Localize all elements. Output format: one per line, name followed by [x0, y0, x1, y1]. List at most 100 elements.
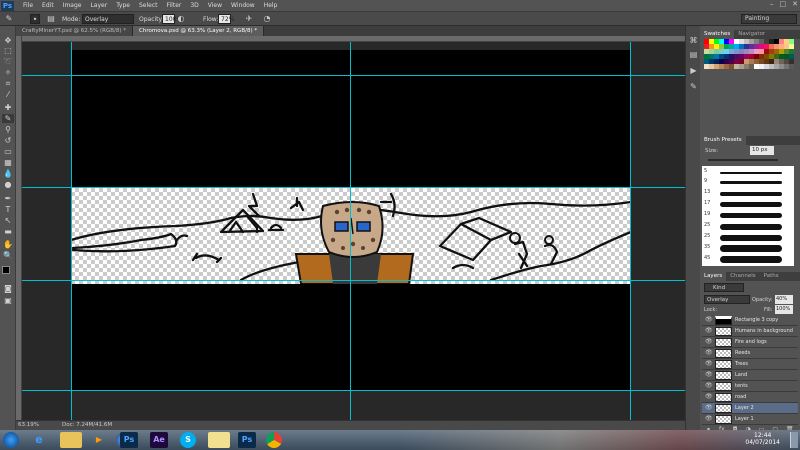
zoom-tool-icon[interactable]: 🔍	[2, 251, 14, 260]
folder-icon[interactable]	[60, 432, 82, 448]
layer-row[interactable]: 👁 Rectangle 3 copy	[702, 315, 798, 326]
visibility-eye-icon[interactable]: 👁	[705, 350, 713, 356]
layer-row[interactable]: 👁 Layer 1	[702, 414, 798, 425]
canvas-area[interactable]	[22, 42, 700, 420]
fill-field[interactable]: 100%	[775, 305, 793, 314]
brush-size-field[interactable]: 10 px	[750, 146, 774, 155]
swatch-grid[interactable]	[704, 39, 794, 97]
layer-row[interactable]: 👁 Fire and logs	[702, 337, 798, 348]
media-icon[interactable]: ▶	[88, 432, 110, 448]
visibility-eye-icon[interactable]: 👁	[705, 394, 713, 400]
hand-tool-icon[interactable]: ✋	[2, 240, 14, 249]
brush-tool-icon-active[interactable]: ✎	[2, 114, 14, 123]
guide-horizontal[interactable]	[22, 75, 700, 76]
lasso-tool-icon[interactable]: ➰	[2, 57, 14, 66]
tab-document-1[interactable]: CraftyMinerYT.psd @ 62.5% (RGB/8) *	[16, 26, 134, 36]
visibility-eye-icon[interactable]: 👁	[705, 317, 713, 323]
properties-panel-icon[interactable]: ▤	[688, 50, 699, 60]
visibility-eye-icon[interactable]: 👁	[705, 383, 713, 389]
brush-panel-toggle-icon[interactable]: ▤	[46, 14, 56, 24]
marquee-tool-icon[interactable]: ⬚	[2, 46, 14, 55]
clone-stamp-tool-icon[interactable]: ⚲	[2, 125, 14, 134]
menu-image[interactable]: Image	[63, 2, 82, 9]
tab-navigator[interactable]: Navigator	[734, 30, 769, 39]
aftereffects-icon[interactable]: Ae	[150, 432, 168, 448]
layer-row[interactable]: 👁 Humans in background	[702, 326, 798, 337]
flow-field[interactable]: 72%	[218, 14, 234, 24]
move-tool-icon[interactable]: ✥	[2, 36, 14, 45]
brush-preview[interactable]	[720, 192, 782, 196]
skype-icon[interactable]: S	[180, 432, 196, 448]
blur-tool-icon[interactable]: 💧	[2, 169, 14, 178]
crop-tool-icon[interactable]: ⌗	[2, 79, 14, 88]
guide-horizontal[interactable]	[22, 187, 700, 188]
quick-select-tool-icon[interactable]: ✧	[2, 68, 14, 77]
brush-preview[interactable]	[720, 235, 782, 241]
brush-preview[interactable]	[720, 202, 782, 207]
blend-mode-select[interactable]: Overlay	[704, 295, 750, 304]
foreground-color-swatch[interactable]	[2, 266, 10, 274]
system-clock[interactable]: 12:44 04/07/2014	[745, 432, 780, 446]
layer-row[interactable]: 👁 tents	[702, 381, 798, 392]
eyedropper-tool-icon[interactable]: ⁄	[2, 90, 14, 99]
photoshop-icon[interactable]: Ps	[120, 432, 138, 448]
artwork-banner[interactable]	[69, 188, 633, 285]
opacity-field[interactable]: 100%	[162, 14, 182, 24]
tab-document-2[interactable]: Chromova.psd @ 63.3% (Layer 2, RGB/8) *	[133, 26, 265, 36]
brush-preset-picker-icon[interactable]: •	[30, 14, 40, 24]
visibility-eye-icon[interactable]: 👁	[705, 328, 713, 334]
ie-icon[interactable]: e	[28, 432, 50, 448]
guide-horizontal[interactable]	[22, 390, 700, 391]
menu-view[interactable]: View	[208, 2, 222, 9]
menu-window[interactable]: Window	[231, 2, 255, 9]
brush-preview[interactable]	[720, 224, 782, 230]
menu-filter[interactable]: Filter	[167, 2, 182, 9]
history-brush-tool-icon[interactable]: ↺	[2, 136, 14, 145]
pressure-opacity-icon[interactable]: ◐	[176, 14, 186, 24]
zoom-level[interactable]: 63.19%	[18, 421, 39, 430]
brush-size-slider[interactable]	[708, 159, 778, 161]
gradient-tool-icon[interactable]: ▦	[2, 158, 14, 167]
menu-type[interactable]: Type	[116, 2, 130, 9]
chrome-icon[interactable]	[266, 432, 282, 448]
brush-tool-icon[interactable]: ✎	[4, 14, 14, 24]
layer-row[interactable]: 👁 Land	[702, 370, 798, 381]
eraser-tool-icon[interactable]: ▭	[2, 147, 14, 156]
guide-vertical[interactable]	[350, 42, 351, 420]
layer-row[interactable]: 👁 Trees	[702, 359, 798, 370]
layer-row[interactable]: 👁 Reeds	[702, 348, 798, 359]
shape-tool-icon[interactable]: ▬	[2, 227, 14, 236]
path-select-tool-icon[interactable]: ↖	[2, 216, 14, 225]
visibility-eye-icon[interactable]: 👁	[705, 416, 713, 422]
tab-channels[interactable]: Channels	[726, 272, 759, 281]
menu-edit[interactable]: Edit	[42, 2, 54, 9]
minimize-icon[interactable]: –	[770, 0, 774, 8]
photoshop-icon-2[interactable]: Ps	[238, 432, 256, 448]
menu-layer[interactable]: Layer	[90, 2, 107, 9]
brush-preview[interactable]	[720, 213, 782, 218]
type-tool-icon[interactable]: T	[2, 205, 14, 214]
visibility-eye-icon[interactable]: 👁	[705, 339, 713, 345]
document-canvas[interactable]	[69, 50, 633, 390]
mode-select[interactable]: Overlay	[82, 14, 134, 24]
brush-preview[interactable]	[720, 172, 782, 174]
brush-preview[interactable]	[720, 256, 782, 263]
guide-vertical[interactable]	[71, 42, 72, 420]
maximize-icon[interactable]: □	[780, 0, 787, 8]
workspace-select[interactable]: Painting	[741, 14, 797, 24]
show-desktop-button[interactable]	[790, 432, 798, 448]
layer-opacity-field[interactable]: 40%	[775, 295, 793, 304]
dodge-tool-icon[interactable]: ●	[2, 180, 14, 189]
actions-panel-icon[interactable]: ▶	[688, 66, 699, 76]
tab-layers[interactable]: Layers	[700, 272, 727, 281]
screen-mode-icon[interactable]: ▣	[2, 296, 14, 305]
menu-3d[interactable]: 3D	[190, 2, 198, 9]
tab-brush-presets[interactable]: Brush Presets	[700, 136, 746, 145]
quick-mask-icon[interactable]: ◙	[2, 284, 14, 293]
history-panel-icon[interactable]: ⌘	[688, 36, 699, 46]
files-icon[interactable]	[208, 432, 230, 448]
layer-row-selected[interactable]: 👁 Layer 2	[702, 403, 798, 414]
windows-start-icon[interactable]	[3, 432, 19, 448]
airbrush-icon[interactable]: ✈	[244, 14, 254, 24]
brush-preset-list[interactable]: 5 9 13 17 19 25 25 35 45	[702, 166, 794, 266]
